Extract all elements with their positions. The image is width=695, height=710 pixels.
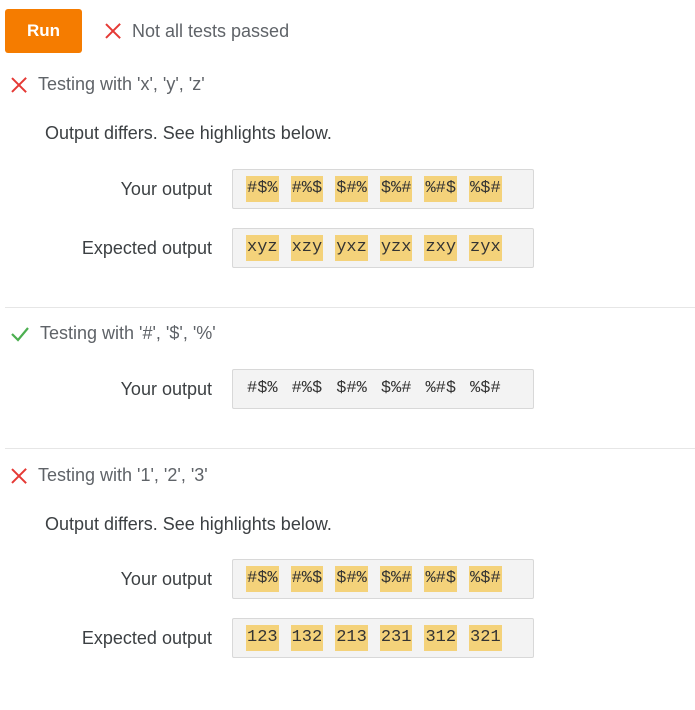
highlighted-output-token: #%$ [290, 566, 324, 592]
your-output-box: #$% #%$ $#% $%# %#$ %$# [232, 559, 534, 599]
expected-output-box: xyz xzy yxz yzx zxy zyx [232, 228, 534, 268]
your-output-box: #$% #%$ $#% $%# %#$ %$# [232, 169, 534, 209]
highlighted-output-token: #$% [246, 566, 279, 592]
highlighted-output-token: $%# [379, 176, 413, 202]
highlighted-output-token: $#% [335, 566, 368, 592]
your-output-row: Your output [0, 368, 212, 410]
test-2-header: Testing with '#', '$', '%' [10, 323, 216, 344]
your-output-label: Your output [120, 378, 212, 399]
highlighted-output-token: 231 [379, 625, 413, 651]
highlighted-output-token: 123 [246, 625, 279, 651]
highlighted-output-token: %$# [469, 566, 502, 592]
summary-text: Not all tests passed [132, 20, 290, 41]
diff-note: Output differs. See highlights below. [45, 514, 332, 534]
highlighted-output-token: %$# [469, 176, 502, 202]
highlighted-output-token: 321 [469, 625, 502, 651]
test-title: Testing with '#', '$', '%' [40, 323, 216, 343]
expected-output-row: Expected output [0, 617, 212, 659]
run-button[interactable]: Run [5, 9, 82, 53]
highlighted-output-token: %#$ [424, 176, 458, 202]
highlighted-output-token: #%$ [290, 176, 324, 202]
fail-x-icon [10, 467, 28, 485]
expected-output-box: 123 132 213 231 312 321 [232, 618, 534, 658]
toolbar: Run Not all tests passed [5, 9, 289, 53]
your-output-label: Your output [120, 178, 212, 199]
fail-x-icon [10, 76, 28, 94]
highlighted-output-token: xzy [290, 235, 324, 261]
divider [5, 448, 695, 449]
output-token: $%# [380, 379, 412, 398]
highlighted-output-token: yzx [379, 235, 413, 261]
your-output-box: #$% #%$ $#% $%# %#$ %$# [232, 369, 534, 409]
output-token: %$# [470, 379, 501, 398]
test-title: Testing with '1', '2', '3' [38, 465, 208, 485]
output-token: #$% [247, 379, 278, 398]
your-output-label: Your output [120, 568, 212, 589]
fail-x-icon [104, 22, 122, 40]
test-summary: Not all tests passed [104, 21, 289, 42]
pass-check-icon [11, 326, 29, 342]
highlighted-output-token: 312 [424, 625, 458, 651]
highlighted-output-token: $%# [379, 566, 413, 592]
highlighted-output-token: xyz [246, 235, 279, 261]
output-token: %#$ [425, 379, 457, 398]
diff-note: Output differs. See highlights below. [45, 123, 332, 143]
output-token: $#% [336, 379, 367, 398]
test-title: Testing with 'x', 'y', 'z' [38, 74, 205, 94]
test-1-header: Testing with 'x', 'y', 'z' [10, 74, 205, 95]
test-3-header: Testing with '1', '2', '3' [10, 465, 208, 486]
expected-output-row: Expected output [0, 227, 212, 269]
expected-output-label: Expected output [81, 237, 212, 258]
divider [5, 307, 695, 308]
highlighted-output-token: zyx [469, 235, 502, 261]
output-token: #%$ [291, 379, 323, 398]
highlighted-output-token: 132 [290, 625, 324, 651]
highlighted-output-token: yxz [335, 235, 368, 261]
highlighted-output-token: #$% [246, 176, 279, 202]
highlighted-output-token: %#$ [424, 566, 458, 592]
highlighted-output-token: 213 [335, 625, 368, 651]
expected-output-label: Expected output [81, 627, 212, 648]
highlighted-output-token: $#% [335, 176, 368, 202]
highlighted-output-token: zxy [424, 235, 458, 261]
your-output-row: Your output [0, 558, 212, 600]
your-output-row: Your output [0, 168, 212, 210]
